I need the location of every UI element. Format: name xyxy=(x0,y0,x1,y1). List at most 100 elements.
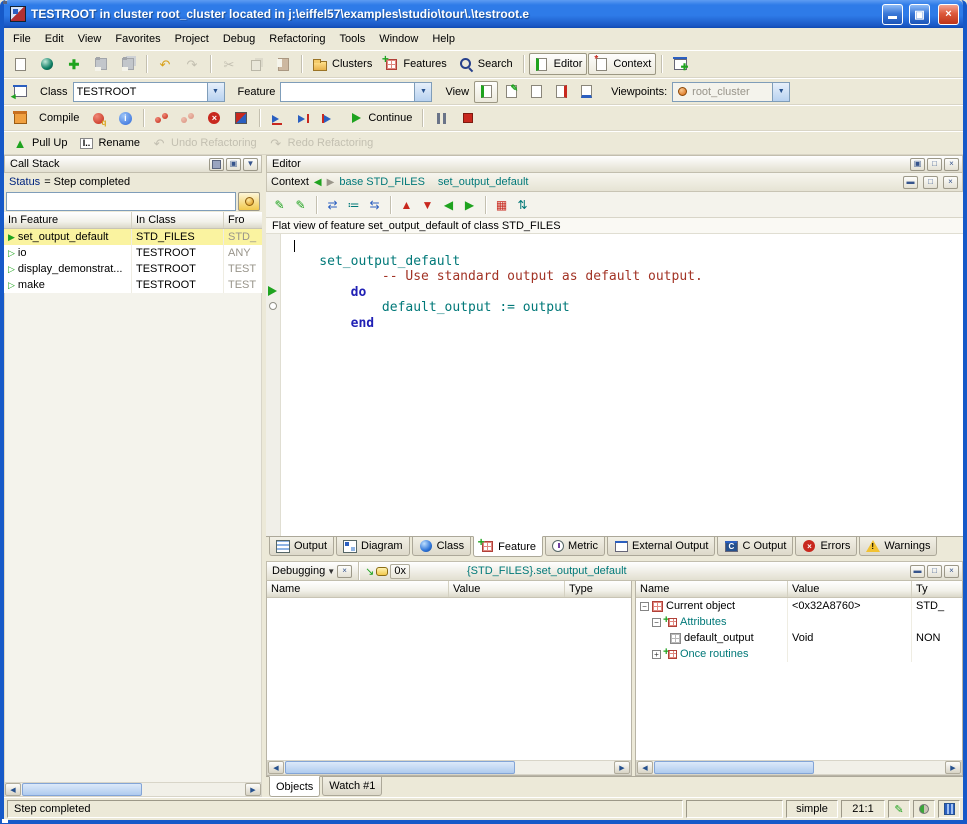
code-editor[interactable]: set_output_default -- Use standard outpu… xyxy=(266,234,963,536)
menu-window[interactable]: Window xyxy=(372,30,425,48)
add-class-button[interactable]: ✚ xyxy=(61,53,87,75)
debug-tool-close-button[interactable]: × xyxy=(337,565,352,578)
column-name[interactable]: Name xyxy=(636,581,788,597)
debugger-status-row[interactable]: Status = Step completed xyxy=(4,173,262,190)
clusters-button[interactable]: Clusters xyxy=(307,53,377,75)
watch-hscrollbar[interactable]: ◀ ▶ xyxy=(267,760,631,775)
callees-icon[interactable]: ⇆ xyxy=(365,195,384,214)
call-stack-header[interactable]: Call Stack ▣ ▼ xyxy=(4,155,262,173)
hex-format-toggle[interactable]: 0x xyxy=(390,564,410,579)
step-out-button[interactable] xyxy=(317,107,342,129)
enable-breakpoints-button[interactable] xyxy=(149,107,174,129)
object-tree-row[interactable]: −Current object <0x32A8760> STD_ xyxy=(636,598,962,614)
interface-view-button[interactable] xyxy=(574,81,598,103)
feature-combo[interactable]: ▼ xyxy=(280,82,432,102)
stack-depth-button[interactable] xyxy=(238,192,260,211)
debug-minimize-button[interactable]: ▬ xyxy=(910,565,925,578)
feature-combo-input[interactable] xyxy=(281,86,414,98)
tab-feature[interactable]: Feature xyxy=(473,536,543,557)
menu-help[interactable]: Help xyxy=(425,30,462,48)
tab-c-output[interactable]: CC Output xyxy=(717,537,793,556)
clickable-view-button[interactable]: ✎ xyxy=(499,81,523,103)
project-info-button[interactable]: i xyxy=(112,107,138,129)
save-call-stack-button[interactable] xyxy=(209,158,224,171)
step-into-button[interactable] xyxy=(265,107,290,129)
open-button[interactable] xyxy=(34,53,60,75)
new-window-button[interactable] xyxy=(7,53,33,75)
collapse-icon[interactable]: − xyxy=(652,618,661,627)
edit-feature-new-window-icon[interactable]: ✎ xyxy=(291,195,310,214)
scroll-right-icon[interactable]: ▶ xyxy=(614,761,630,774)
scroll-left-icon[interactable]: ◀ xyxy=(268,761,284,774)
save-all-button[interactable] xyxy=(115,53,141,75)
viewpoints-combo[interactable]: root_cluster ▼ xyxy=(672,82,790,102)
call-stack-row[interactable]: ▶set_output_default STD_FILES STD_ xyxy=(4,229,262,245)
tab-metric[interactable]: Metric xyxy=(545,537,605,556)
breadcrumb-class[interactable]: base STD_FILES xyxy=(339,176,425,188)
context-toggle-button[interactable]: *Context xyxy=(588,53,656,75)
call-stack-row[interactable]: ▷io TESTROOT ANY xyxy=(4,245,262,261)
tab-output[interactable]: Output xyxy=(269,537,334,556)
undo-refactoring-button[interactable]: ↶Undo Refactoring xyxy=(146,132,262,154)
watch-empty-area[interactable] xyxy=(267,598,631,760)
dock-panel-button[interactable]: ▼ xyxy=(243,158,258,171)
menu-file[interactable]: File xyxy=(6,30,38,48)
expand-icon[interactable]: + xyxy=(652,650,661,659)
ancestors-icon[interactable]: ▲ xyxy=(397,195,416,214)
send-to-button[interactable]: ◂ xyxy=(7,81,33,103)
debugging-header[interactable]: Debugging ▼ × ↘ 0x {STD_FILES}.set_outpu… xyxy=(266,561,963,581)
features-button[interactable]: Features xyxy=(378,53,451,75)
descendants-icon[interactable]: ▼ xyxy=(418,195,437,214)
paste-button[interactable] xyxy=(270,53,296,75)
clients-icon[interactable]: ◀ xyxy=(439,195,458,214)
tab-external-output[interactable]: External Output xyxy=(607,537,715,556)
context-close-button[interactable]: × xyxy=(943,176,958,189)
editor-gutter[interactable] xyxy=(266,234,281,536)
column-from[interactable]: Fro xyxy=(224,212,262,228)
exception-handling-icon[interactable]: ↘ xyxy=(365,565,374,578)
scroll-right-icon[interactable]: ▶ xyxy=(245,783,261,796)
tab-class[interactable]: Class xyxy=(412,537,472,556)
object-tree-row[interactable]: default_output Void NON xyxy=(636,630,962,646)
viewpoints-dropdown-icon[interactable]: ▼ xyxy=(772,83,789,101)
undo-button[interactable]: ↶ xyxy=(152,53,178,75)
call-stack-hscrollbar[interactable]: ◀ ▶ xyxy=(4,782,262,797)
column-type[interactable]: Ty xyxy=(912,581,962,597)
breakpoints-info-button[interactable] xyxy=(228,107,254,129)
tab-objects[interactable]: Objects xyxy=(269,776,320,797)
pull-up-button[interactable]: ▲Pull Up xyxy=(7,132,72,154)
history-back-icon[interactable]: ◀ xyxy=(314,177,322,188)
menu-refactoring[interactable]: Refactoring xyxy=(262,30,332,48)
column-value[interactable]: Value xyxy=(449,581,565,597)
minimize-button[interactable] xyxy=(882,4,903,25)
freeze-button[interactable]: q xyxy=(85,107,111,129)
redo-refactoring-button[interactable]: ↷Redo Refactoring xyxy=(263,132,379,154)
tab-errors[interactable]: ×Errors xyxy=(795,537,857,556)
context-minimize-button[interactable]: ▬ xyxy=(903,176,918,189)
object-tree-row[interactable]: +Once routines xyxy=(636,646,962,662)
call-stack-row[interactable]: ▷display_demonstrat... TESTROOT TEST xyxy=(4,261,262,277)
edit-feature-icon[interactable]: ✎ xyxy=(270,195,289,214)
suppliers-icon[interactable]: ▶ xyxy=(460,195,479,214)
call-stack-row[interactable]: ▷make TESTROOT TEST xyxy=(4,277,262,293)
remove-breakpoints-button[interactable]: × xyxy=(201,107,227,129)
melt-button[interactable] xyxy=(7,107,33,129)
redo-button[interactable]: ↷ xyxy=(179,53,205,75)
tab-watch-1[interactable]: Watch #1 xyxy=(322,777,382,796)
column-in-class[interactable]: In Class xyxy=(132,212,224,228)
debug-maximize-button[interactable]: □ xyxy=(927,565,942,578)
cut-button[interactable]: ✂ xyxy=(216,53,242,75)
copy-button[interactable] xyxy=(243,53,269,75)
collapse-icon[interactable]: − xyxy=(640,602,649,611)
maximize-button[interactable]: ▣ xyxy=(909,4,930,25)
feature-combo-dropdown-icon[interactable]: ▼ xyxy=(414,83,431,101)
code-text[interactable]: set_output_default -- Use standard outpu… xyxy=(281,234,963,536)
editor-restore-button[interactable]: ▣ xyxy=(910,158,925,171)
class-combo[interactable]: ▼ xyxy=(73,82,225,102)
breakpoint-slot-icon[interactable] xyxy=(269,302,277,310)
callers-icon[interactable]: ⇄ xyxy=(323,195,342,214)
implementers-icon[interactable]: ⇅ xyxy=(513,195,532,214)
class-combo-dropdown-icon[interactable]: ▼ xyxy=(207,83,224,101)
homonyms-icon[interactable]: ▦ xyxy=(492,195,511,214)
column-value[interactable]: Value xyxy=(788,581,912,597)
